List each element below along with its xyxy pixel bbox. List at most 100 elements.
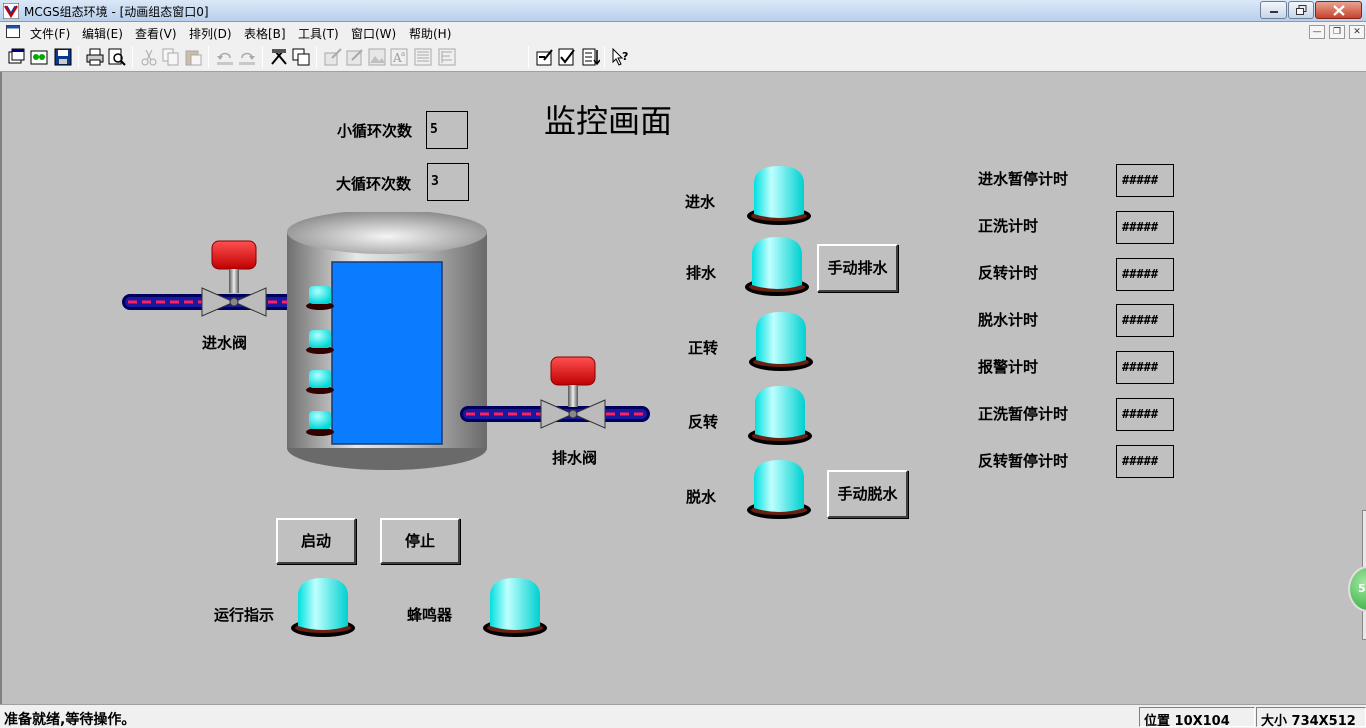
status-position: 位置 10X104 <box>1139 707 1255 728</box>
level-sensor-1 <box>306 286 334 310</box>
align-icon[interactable] <box>414 48 432 66</box>
status-bar: 准备就绪,等待操作。 位置 10X104 大小 734X512 <box>0 704 1366 728</box>
inlet-lamp-label: 进水 <box>685 193 716 211</box>
buzzer-lamp <box>483 578 547 637</box>
timer-label-forward-wash: 正洗计时 <box>978 217 1039 235</box>
window-title: MCGS组态环境 - [动画组态窗口0] <box>24 5 209 19</box>
animation-canvas: 监控画面 小循环次数 5 大循环次数 3 进水阀 排水阀 启动 停止 运行指示 … <box>0 72 1366 704</box>
big-loop-value[interactable]: 3 <box>427 163 469 201</box>
copy-icon[interactable] <box>162 48 180 66</box>
buzzer-label: 蜂鸣器 <box>407 606 453 624</box>
document-window-icon[interactable] <box>6 25 20 38</box>
menu-bar: 文件(F) 编辑(E) 查看(V) 排列(D) 表格[B] 工具(T) 窗口(W… <box>0 22 1366 42</box>
restore-button[interactable] <box>1288 1 1314 19</box>
menu-help[interactable]: 帮助(H) <box>409 25 451 42</box>
timer-label-reverse: 反转计时 <box>978 264 1039 282</box>
forward-lamp-label: 正转 <box>688 339 719 357</box>
minimize-icon: — <box>1312 27 1322 37</box>
drain-valve[interactable] <box>540 356 606 429</box>
drain-lamp-label: 排水 <box>686 264 717 282</box>
run-indicator-label: 运行指示 <box>214 606 275 624</box>
status-size: 大小 734X512 <box>1256 707 1366 728</box>
toolbar: Aa ? <box>0 42 1366 72</box>
restore-icon <box>1295 5 1306 15</box>
restore-icon: ❐ <box>1332 27 1342 37</box>
distribute-icon[interactable] <box>438 48 456 66</box>
title-bar: MCGS组态环境 - [动画组态窗口0] <box>0 0 1366 22</box>
small-loop-label: 小循环次数 <box>337 122 413 140</box>
print-preview-icon[interactable] <box>108 48 126 66</box>
menu-edit[interactable]: 编辑(E) <box>82 25 123 42</box>
timer-value-spin[interactable]: ##### <box>1116 304 1174 337</box>
timer-value-forward-pause[interactable]: ##### <box>1116 398 1174 431</box>
mdi-minimize-button[interactable]: — <box>1309 25 1325 39</box>
timer-label-inlet-pause: 进水暂停计时 <box>978 170 1069 188</box>
page-title: 监控画面 <box>544 102 673 140</box>
draw-icon[interactable] <box>324 48 342 66</box>
reverse-lamp <box>748 386 812 445</box>
stop-button[interactable]: 停止 <box>380 518 460 564</box>
menu-arrange[interactable]: 排列(D) <box>189 25 232 42</box>
minimize-icon <box>1269 11 1278 13</box>
timer-value-alarm[interactable]: ##### <box>1116 351 1174 384</box>
mdi-restore-button[interactable]: ❐ <box>1329 25 1345 39</box>
check-icon[interactable] <box>558 48 576 66</box>
timer-label-spin: 脱水计时 <box>978 311 1039 329</box>
level-sensor-2 <box>306 330 334 354</box>
menu-table[interactable]: 表格[B] <box>244 25 286 42</box>
minimize-button[interactable] <box>1260 1 1287 19</box>
start-button[interactable]: 启动 <box>276 518 356 564</box>
timer-value-forward-wash[interactable]: ##### <box>1116 211 1174 244</box>
paste-icon[interactable] <box>184 48 202 66</box>
small-loop-value[interactable]: 5 <box>426 111 468 149</box>
drain-valve-label: 排水阀 <box>552 449 598 467</box>
timer-label-alarm: 报警计时 <box>978 358 1039 376</box>
redo-icon[interactable] <box>238 48 256 66</box>
big-loop-label: 大循环次数 <box>336 175 412 193</box>
manual-spin-button[interactable]: 手动脱水 <box>827 470 908 518</box>
timer-value-inlet-pause[interactable]: ##### <box>1116 164 1174 197</box>
floating-badge[interactable]: 53 <box>1348 566 1366 612</box>
open-icon[interactable] <box>30 48 48 66</box>
mdi-close-button[interactable]: ✕ <box>1349 25 1365 39</box>
properties-icon[interactable] <box>536 48 554 66</box>
reverse-lamp-label: 反转 <box>688 413 719 431</box>
tools-icon[interactable] <box>270 48 288 66</box>
new-window-icon[interactable] <box>8 48 26 66</box>
menu-window[interactable]: 窗口(W) <box>351 25 396 42</box>
image-icon[interactable] <box>368 48 386 66</box>
font-icon[interactable]: Aa <box>390 48 408 66</box>
forward-lamp <box>749 312 813 371</box>
timer-label-reverse-pause: 反转暂停计时 <box>978 452 1069 470</box>
inlet-valve[interactable] <box>201 240 267 317</box>
tank-level <box>331 261 443 445</box>
svg-text:a: a <box>401 50 405 58</box>
level-sensor-4 <box>306 411 334 436</box>
menu-tools[interactable]: 工具(T) <box>298 25 339 42</box>
undo-icon[interactable] <box>216 48 234 66</box>
cut-icon[interactable] <box>140 48 158 66</box>
spin-lamp <box>747 460 811 519</box>
close-button[interactable] <box>1315 1 1362 19</box>
order-icon[interactable] <box>582 48 600 66</box>
edit-icon[interactable] <box>346 48 364 66</box>
save-icon[interactable] <box>54 48 72 66</box>
menu-view[interactable]: 查看(V) <box>135 25 177 42</box>
menu-file[interactable]: 文件(F) <box>30 25 70 42</box>
timer-value-reverse[interactable]: ##### <box>1116 258 1174 291</box>
inlet-valve-label: 进水阀 <box>202 334 248 352</box>
status-message: 准备就绪,等待操作。 <box>4 712 136 728</box>
inlet-lamp <box>747 166 811 225</box>
spin-lamp-label: 脱水 <box>686 488 717 506</box>
floating-badge-text: 53 <box>1358 582 1366 595</box>
timer-value-reverse-pause[interactable]: ##### <box>1116 445 1174 478</box>
close-icon: ✕ <box>1353 27 1361 37</box>
svg-text:?: ? <box>622 50 628 63</box>
manual-drain-button[interactable]: 手动排水 <box>817 244 898 292</box>
run-indicator-lamp <box>291 578 355 637</box>
frame-icon[interactable] <box>292 48 310 66</box>
print-icon[interactable] <box>86 48 104 66</box>
mcgs-app-icon <box>3 3 19 19</box>
help-pointer-icon[interactable]: ? <box>612 48 630 66</box>
timer-label-forward-pause: 正洗暂停计时 <box>978 405 1069 423</box>
